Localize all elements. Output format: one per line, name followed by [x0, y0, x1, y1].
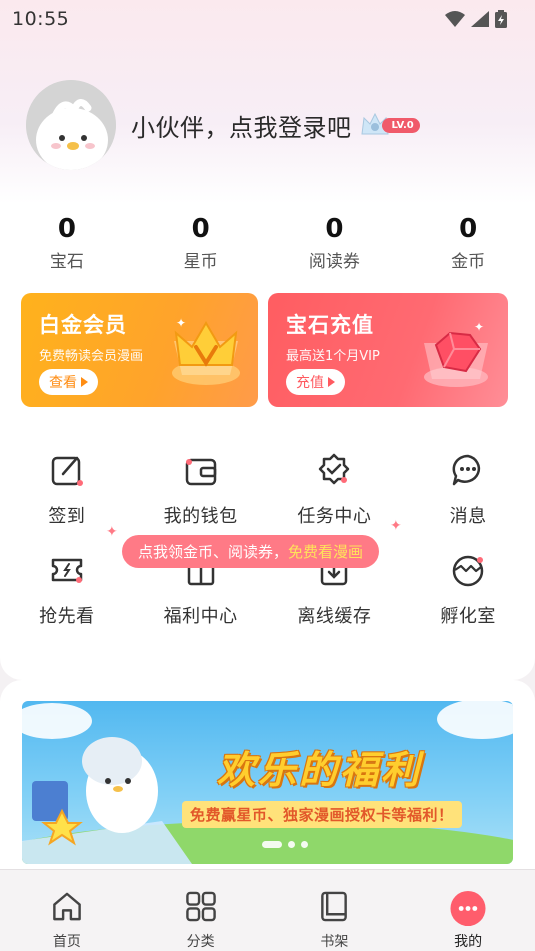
carousel-dot[interactable]: [288, 841, 295, 848]
stats-row: 0 宝石 0 星币 0 阅读券 0 金币: [0, 213, 535, 272]
grid-label: 我的钱包: [163, 506, 238, 527]
gem-recharge-button[interactable]: 充值: [286, 369, 345, 395]
stat-label: 金币: [451, 252, 486, 272]
crown-icon: ✦: [172, 316, 240, 385]
stat-label: 阅读券: [308, 252, 360, 272]
tooltip-text: 点我领金币、阅读券，: [138, 543, 289, 561]
stat-star-coins[interactable]: 0 星币: [134, 213, 268, 272]
chat-icon: [452, 454, 481, 486]
wallet-icon: [185, 458, 216, 486]
tab-mine[interactable]: 我的: [401, 870, 535, 951]
tab-category[interactable]: 分类: [134, 870, 268, 951]
tab-label: 分类: [186, 934, 215, 950]
vip-view-label: 查看: [49, 375, 77, 391]
grid-label: 孵化室: [440, 606, 496, 627]
tab-label: 首页: [52, 934, 81, 950]
tab-home[interactable]: 首页: [0, 870, 134, 951]
status-time: 10:55: [12, 8, 70, 30]
banner-subtitle: 免费赢星币、独家漫画授权卡等福利！: [182, 801, 462, 828]
tab-label: 我的: [454, 934, 483, 950]
caret-right-icon: [81, 377, 88, 387]
grid-label: 抢先看: [39, 606, 95, 627]
grid-label: 福利中心: [163, 606, 238, 627]
carousel-dot[interactable]: [301, 841, 308, 848]
vip-view-button[interactable]: 查看: [39, 369, 98, 395]
grid-item-messages[interactable]: 消息: [401, 450, 535, 550]
status-icons: [445, 10, 507, 28]
status-bar: 10:55: [0, 0, 535, 38]
carousel-dot[interactable]: [262, 841, 282, 848]
promo-cards: 白金会员 免费畅读会员漫画 查看 ✦ 宝石充值 最高送1个月VIP 充值 ✦: [21, 293, 508, 407]
caret-right-icon: [328, 377, 335, 387]
badge-check-icon: [319, 453, 350, 485]
vip-card[interactable]: 白金会员 免费畅读会员漫画 查看 ✦: [21, 293, 258, 407]
profile-dots-icon: [450, 890, 486, 927]
stat-label: 星币: [183, 252, 218, 272]
wifi-icon: [445, 11, 465, 27]
banner-title: 欢乐的福利: [217, 748, 423, 792]
stat-value: 0: [57, 214, 76, 244]
gem-card[interactable]: 宝石充值 最高送1个月VIP 充值 ✦: [268, 293, 508, 407]
grid-icon: [185, 891, 216, 922]
tooltip-highlight: 免费看漫画: [288, 543, 364, 561]
stat-gems[interactable]: 0 宝石: [0, 213, 134, 272]
bottom-tab-bar: 首页 分类 书架 我的: [0, 869, 535, 951]
grid-label: 离线缓存: [297, 606, 372, 627]
gem-recharge-label: 充值: [296, 375, 324, 391]
battery-icon: [495, 10, 507, 28]
grid-item-incubator[interactable]: 孵化室: [401, 550, 535, 650]
home-icon: [53, 892, 81, 921]
login-prompt[interactable]: 小伙伴，点我登录吧: [131, 108, 352, 143]
welfare-tooltip[interactable]: 点我领金币、阅读券，免费看漫画: [122, 535, 380, 568]
gem-icon: ✦: [424, 320, 488, 387]
profile-row[interactable]: 小伙伴，点我登录吧 LV.0: [26, 80, 420, 170]
carousel-dots: [262, 841, 308, 848]
stat-gold-coins[interactable]: 0 金币: [401, 213, 535, 272]
level-badge: LV.0: [360, 112, 420, 138]
stat-label: 宝石: [49, 252, 84, 272]
welfare-banner[interactable]: 欢乐的福利 免费赢星币、独家漫画授权卡等福利！: [22, 701, 513, 864]
egg-icon: [452, 555, 484, 587]
avatar[interactable]: [26, 80, 116, 170]
level-pill: LV.0: [381, 117, 420, 133]
sparkle-icon: ✦: [106, 524, 118, 540]
stat-value: 0: [191, 214, 210, 244]
grid-label: 消息: [449, 506, 487, 527]
signal-icon: [471, 11, 489, 27]
edit-icon: [51, 456, 83, 486]
tab-label: 书架: [320, 934, 349, 950]
svg-text:✦: ✦: [474, 320, 484, 334]
book-icon: [321, 891, 348, 922]
default-avatar-icon: [26, 80, 116, 170]
stat-reading-tickets[interactable]: 0 阅读券: [268, 213, 402, 272]
sparkle-icon: ✦: [390, 518, 402, 534]
stat-value: 0: [325, 214, 344, 244]
stat-value: 0: [459, 214, 478, 244]
grid-label: 任务中心: [297, 506, 372, 527]
grid-label: 签到: [48, 506, 86, 527]
ticket-icon: [51, 558, 83, 583]
svg-text:✦: ✦: [176, 316, 186, 330]
tab-bookshelf[interactable]: 书架: [268, 870, 402, 951]
grid-item-early-access[interactable]: 抢先看: [0, 550, 134, 650]
